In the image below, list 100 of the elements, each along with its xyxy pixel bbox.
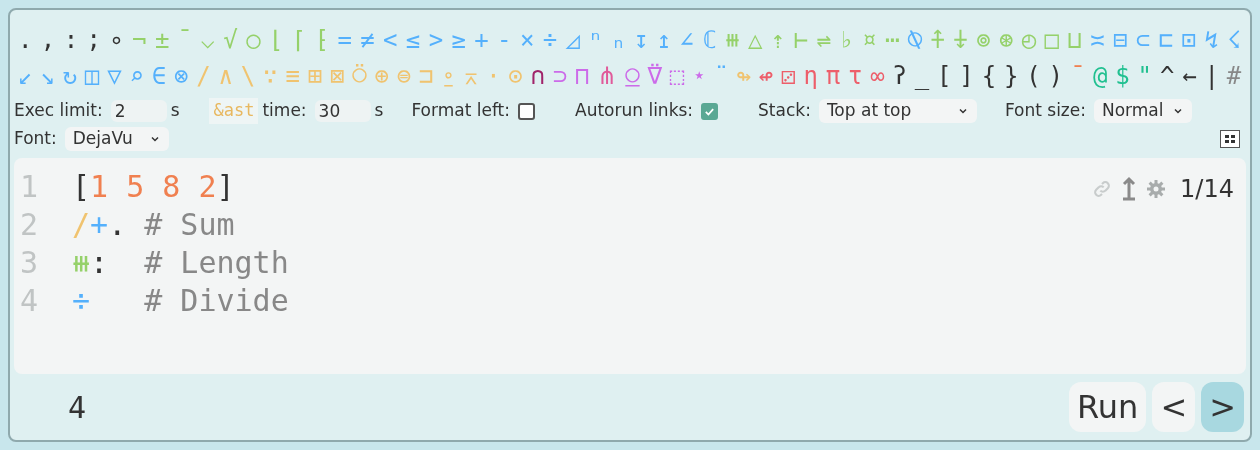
glyph-button[interactable]: _ [914,64,930,88]
glyph-button[interactable]: × [519,28,535,52]
glyph-button[interactable]: ↙ [18,64,33,88]
glyph-button[interactable]: ▽ [107,64,122,88]
glyph-button[interactable]: ↧ [633,28,649,52]
glyph-button[interactable]: @ [1093,64,1108,88]
glyph-button[interactable]: ⍏ [930,28,945,52]
glyph-button[interactable]: ♭ [839,28,854,52]
glyph-button[interactable]: ⋔ [597,64,618,88]
glyph-button[interactable]: ⇌ [816,28,831,52]
glyph-button[interactable]: ⋅ [485,64,501,88]
glyph-button[interactable]: / [196,64,211,88]
glyph-button[interactable]: ∞ [870,64,885,88]
glyph-button[interactable]: ∩ [530,64,545,88]
glyph-button[interactable]: ¤ [862,28,877,52]
glyph-button[interactable]: ⋯ [884,28,900,52]
glyph-button[interactable]: ≍ [1090,28,1105,52]
glyph-button[interactable]: ◿ [565,28,580,52]
glyph-button[interactable]: { [981,64,997,88]
glyph-button[interactable]: ⌅ [463,64,479,88]
glyph-button[interactable]: ⧻ [725,28,740,52]
glyph-button[interactable]: ∧ [218,64,233,88]
glyph-button[interactable]: ( [1026,64,1041,88]
glyph-button[interactable]: ⊕ [374,64,389,88]
glyph-button[interactable]: ∵ [263,64,278,88]
glyph-button[interactable]: ⊛ [998,28,1014,52]
glyph-button[interactable]: ↥ [656,28,672,52]
glyph-button[interactable]: ⌈ [291,28,307,52]
glyph-button[interactable]: | [1204,64,1219,88]
checkbox[interactable] [518,102,535,120]
glyph-button[interactable]: π [825,64,841,88]
glyph-button[interactable]: ◴ [1021,28,1037,52]
glyph-button[interactable]: ⊃ [552,64,568,88]
glyph-button[interactable]: ⌕ [129,64,144,88]
glyph-button[interactable]: ⊐ [419,64,434,88]
glyph-button[interactable]: ⊙ [508,64,523,88]
glyph-button[interactable]: - [497,28,512,52]
nav-button[interactable]: Run [1069,382,1147,432]
glyph-button[interactable]: ⊡ [1181,28,1196,52]
settings-icon[interactable] [1146,179,1167,199]
glyph-button[interactable]: $ [1115,64,1130,88]
glyph-button[interactable]: ⌵ [200,28,215,52]
glyph-doc-icon[interactable] [1220,130,1240,148]
font-select[interactable]: DejaVu [64,127,169,151]
glyph-button[interactable]: ⊗ [173,64,189,88]
glyph-button[interactable]: ^ [1159,64,1175,88]
glyph-button[interactable]: ↫ [758,64,774,88]
glyph-button[interactable]: ⬚ [669,64,685,88]
glyph-button[interactable]: . [18,28,33,52]
glyph-button[interactable]: ⊂ [1135,28,1151,52]
glyph-button[interactable]: ⊢ [793,28,809,52]
glyph-button[interactable]: ○ [246,28,261,52]
glyph-button[interactable]: ⁅ [314,28,329,52]
glyph-button[interactable]: η [803,64,818,88]
input-field[interactable]: 2 [110,100,167,122]
glyph-button[interactable]: τ [847,64,863,88]
glyph-button[interactable]: ∠ [679,28,694,52]
glyph-button[interactable]: ← [1182,64,1197,88]
glyph-button[interactable]: ≤ [405,28,421,52]
glyph-button[interactable]: ≡ [285,64,300,88]
glyph-button[interactable]: ₙ [611,28,626,52]
glyph-button[interactable]: ÷ [542,28,558,52]
glyph-button[interactable]: " [1137,64,1153,88]
glyph-button[interactable]: ⁿ [588,28,603,52]
glyph-button[interactable]: : [63,28,79,52]
glyph-button[interactable]: ∘ [109,28,124,52]
glyph-button[interactable]: △ [748,28,763,52]
glyph-button[interactable]: } [1003,64,1019,88]
glyph-button[interactable]: ] [959,64,974,88]
glyph-button[interactable]: [ [937,64,952,88]
glyph-button[interactable]: ⍥ [352,64,367,88]
glyph-button[interactable]: ⊔ [1067,28,1082,52]
glyph-button[interactable]: ⍖ [953,28,968,52]
glyph-button[interactable]: \ [240,64,256,88]
glyph-button[interactable]: = [337,28,352,52]
glyph-button[interactable]: + [474,28,489,52]
glyph-button[interactable]: ⊏ [1158,28,1174,52]
checkbox[interactable] [701,102,719,120]
glyph-button[interactable]: ≠ [360,28,375,52]
glyph-button[interactable]: ⊟ [1113,28,1128,52]
glyph-button[interactable]: ; [86,28,101,52]
glyph-button[interactable]: ⊜ [396,64,412,88]
glyph-button[interactable]: ¨ [714,64,729,88]
glyph-button[interactable]: ) [1048,64,1063,88]
nav-button[interactable]: < [1152,382,1196,432]
glyph-button[interactable]: ↻ [62,64,77,88]
glyph-button[interactable]: ∈ [151,64,167,88]
glyph-button[interactable]: ⍜ [625,64,640,88]
glyph-button[interactable]: ¯ [177,28,193,52]
glyph-button[interactable]: ⍉ [907,28,923,52]
glyph-button[interactable]: , [40,28,56,52]
glyph-button[interactable]: ¯ [1070,64,1086,88]
glyph-button[interactable]: ⚂ [781,64,796,88]
glyph-button[interactable]: < [383,28,398,52]
glyph-button[interactable]: ⌊ [268,28,284,52]
glyph-button[interactable]: ↯ [1204,28,1219,52]
glyph-button[interactable]: ↬ [736,64,751,88]
glyph-button[interactable]: ¬ [132,28,147,52]
glyph-button[interactable]: √ [223,28,238,52]
glyph-button[interactable]: ⇡ [770,28,786,52]
